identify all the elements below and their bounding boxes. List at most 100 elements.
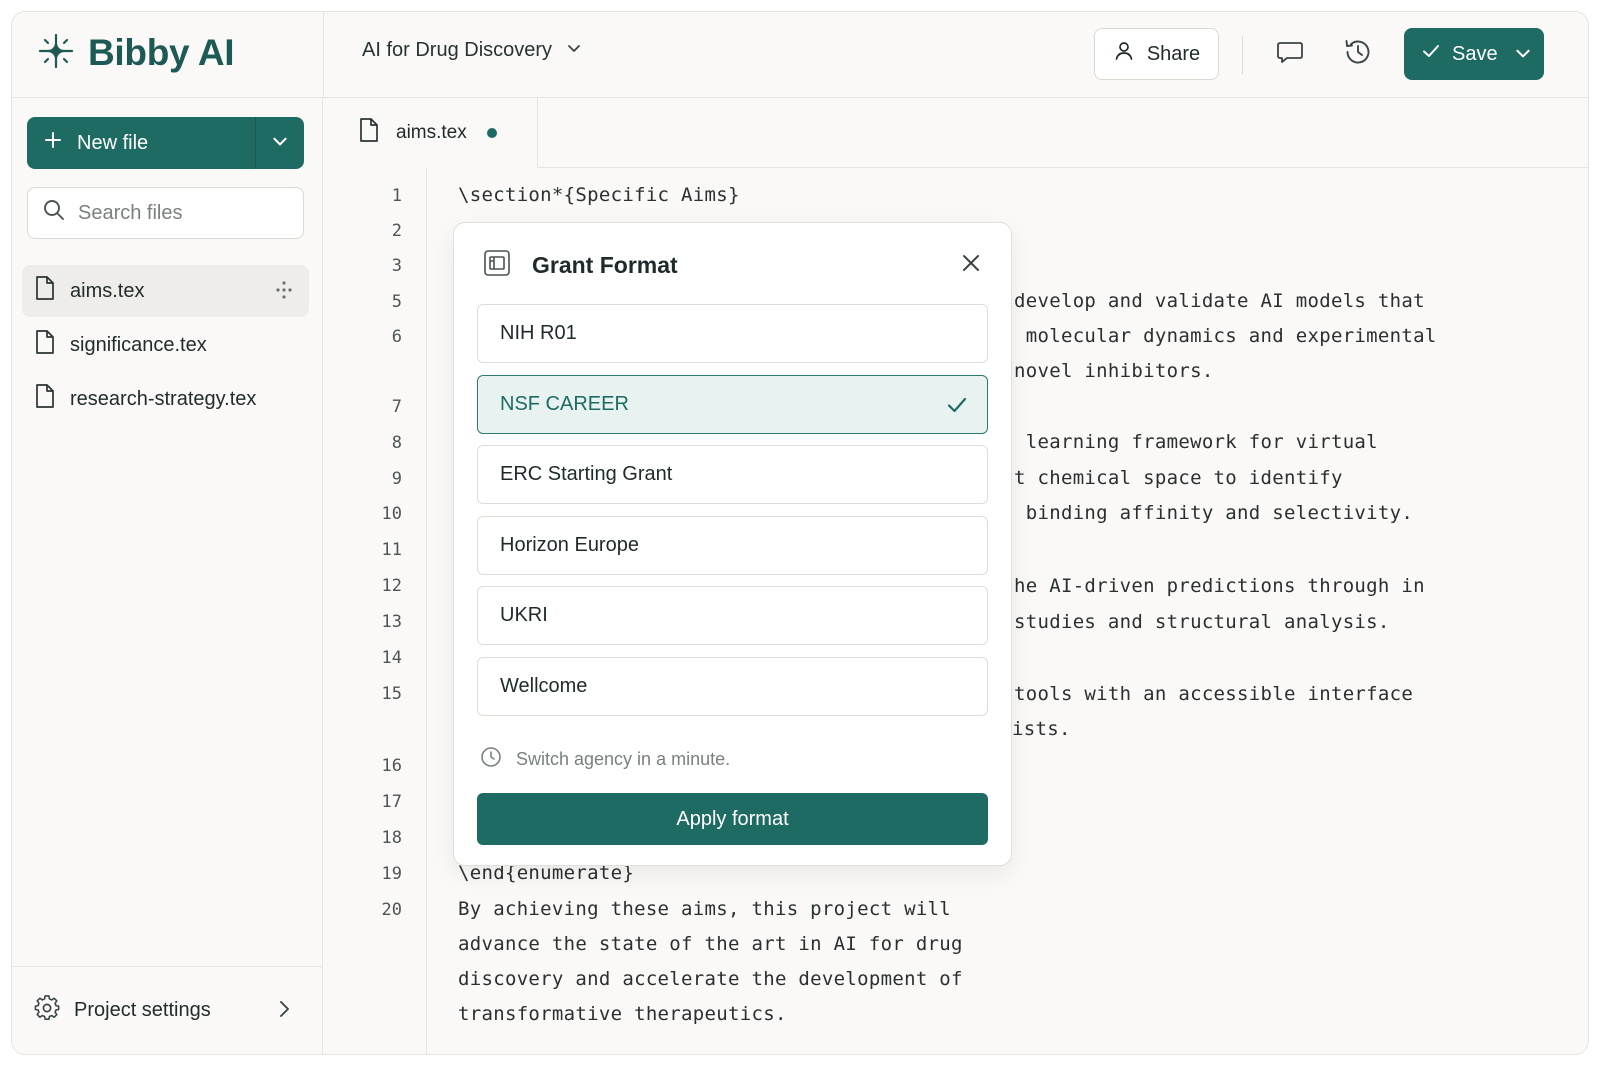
share-button[interactable]: Share <box>1094 28 1219 80</box>
sidebar: New file Search files aims.tex significa… <box>12 98 323 1054</box>
save-label: Save <box>1452 42 1498 65</box>
option-label: NIH R01 <box>500 322 577 344</box>
project-name: AI for Drug Discovery <box>362 39 553 61</box>
code-line[interactable]: \section*{Specific Aims} <box>458 184 740 206</box>
top-bar: Bibby AI AI for Drug Discovery Share Sav… <box>12 12 1588 98</box>
grant-format-popup: Grant Format NIH R01 NSF CAREER ERC Star… <box>453 222 1012 866</box>
tab-aims[interactable]: aims.tex <box>324 98 538 168</box>
apply-format-button[interactable]: Apply format <box>477 793 988 845</box>
new-file-dropdown[interactable] <box>256 117 304 169</box>
grant-option-nih-r01[interactable]: NIH R01 <box>477 304 988 363</box>
code-line[interactable]: molecular dynamics and experimental <box>1014 325 1437 347</box>
toolbar-separator <box>1242 36 1243 74</box>
user-icon <box>1113 40 1135 68</box>
tab-label: aims.tex <box>396 122 467 143</box>
code-line[interactable]: By achieving these aims, this project wi… <box>458 898 951 920</box>
code-line[interactable]: binding affinity and selectivity. <box>1014 502 1413 524</box>
file-item-significance[interactable]: significance.tex <box>22 319 309 371</box>
line-number: 6 <box>391 327 402 347</box>
option-label: NSF CAREER <box>500 393 629 415</box>
grant-option-nsf-career[interactable]: NSF CAREER <box>477 375 988 434</box>
option-label: ERC Starting Grant <box>500 463 673 485</box>
unsaved-dot-icon <box>486 128 497 138</box>
hint-label: Switch agency in a minute. <box>516 749 731 769</box>
chevron-down-icon[interactable] <box>1514 44 1532 68</box>
project-selector[interactable]: AI for Drug Discovery <box>362 39 582 62</box>
file-name: significance.tex <box>70 333 207 356</box>
comments-button[interactable] <box>1272 36 1308 72</box>
file-icon <box>34 275 56 307</box>
file-icon <box>34 383 56 415</box>
check-icon <box>945 393 969 423</box>
new-file-label: New file <box>77 131 149 154</box>
code-line[interactable]: ists. <box>1012 718 1071 740</box>
new-file-button[interactable]: New file <box>27 117 255 169</box>
line-number: 19 <box>381 864 402 884</box>
clock-icon <box>480 746 502 773</box>
file-item-research-strategy[interactable]: research-strategy.tex <box>22 373 309 425</box>
chevron-down-icon <box>566 39 582 62</box>
share-label: Share <box>1146 42 1201 65</box>
brand-name: Bibby AI <box>88 32 235 73</box>
hint-text: Switch agency in a minute. <box>480 746 730 773</box>
speech-bubble-icon <box>1275 37 1305 72</box>
grant-option-horizon-europe[interactable]: Horizon Europe <box>477 516 988 575</box>
gutter-divider <box>426 168 427 1054</box>
template-icon <box>482 248 512 283</box>
code-line[interactable]: learning framework for virtual <box>1014 431 1378 453</box>
code-line[interactable]: novel inhibitors. <box>1014 360 1214 382</box>
line-number: 17 <box>381 792 402 812</box>
grant-option-ukri[interactable]: UKRI <box>477 586 988 645</box>
file-name: research-strategy.tex <box>70 387 257 410</box>
file-icon <box>358 117 380 149</box>
file-list: aims.tex significance.tex research-strat… <box>22 265 309 427</box>
grant-option-erc-starting[interactable]: ERC Starting Grant <box>477 445 988 504</box>
line-number: 9 <box>391 469 402 489</box>
brand[interactable]: Bibby AI <box>36 30 322 76</box>
code-line[interactable]: advance the state of the art in AI for d… <box>458 933 963 955</box>
line-number: 7 <box>391 397 402 417</box>
line-number: 13 <box>381 612 402 632</box>
line-number: 12 <box>381 576 402 596</box>
line-number: 16 <box>381 756 402 776</box>
line-number: 2 <box>391 221 402 241</box>
save-button[interactable]: Save <box>1404 28 1544 80</box>
code-line[interactable]: tools with an accessible interface <box>1014 683 1413 705</box>
grant-option-wellcome[interactable]: Wellcome <box>477 657 988 716</box>
line-number: 1 <box>391 186 402 206</box>
close-icon <box>960 252 982 279</box>
code-line[interactable]: he AI-driven predictions through in <box>1014 575 1425 597</box>
option-label: Wellcome <box>500 675 588 697</box>
settings-label: Project settings <box>74 999 211 1021</box>
check-icon <box>1420 40 1442 68</box>
tab-bar: aims.tex <box>324 98 1588 168</box>
option-label: Horizon Europe <box>500 534 639 556</box>
popup-title: Grant Format <box>532 251 678 278</box>
sparkle-logo-icon <box>36 31 76 76</box>
code-line[interactable]: studies and structural analysis. <box>1014 611 1390 633</box>
file-item-aims[interactable]: aims.tex <box>22 265 309 317</box>
line-number: 8 <box>391 433 402 453</box>
code-line[interactable]: develop and validate AI models that <box>1014 290 1425 312</box>
close-button[interactable] <box>955 249 987 281</box>
code-line[interactable]: discovery and accelerate the development… <box>458 968 963 990</box>
drag-handle-icon[interactable] <box>273 279 295 307</box>
code-line[interactable]: transformative therapeutics. <box>458 1003 787 1025</box>
brand-divider <box>323 12 324 98</box>
code-line[interactable]: t chemical space to identify <box>1014 467 1343 489</box>
search-input[interactable]: Search files <box>27 187 304 239</box>
line-number: 3 <box>391 256 402 276</box>
project-settings[interactable]: Project settings <box>12 966 322 1054</box>
search-icon <box>42 198 66 228</box>
line-number: 11 <box>381 540 402 560</box>
option-label: UKRI <box>500 604 548 626</box>
history-icon <box>1342 36 1374 73</box>
line-number: 5 <box>391 292 402 312</box>
gear-icon <box>34 994 60 1027</box>
chevron-down-icon <box>271 132 289 155</box>
file-name: aims.tex <box>70 279 145 302</box>
search-placeholder: Search files <box>78 201 183 224</box>
history-button[interactable] <box>1340 36 1376 72</box>
app-window: Bibby AI AI for Drug Discovery Share Sav… <box>11 11 1589 1055</box>
line-number: 18 <box>381 828 402 848</box>
